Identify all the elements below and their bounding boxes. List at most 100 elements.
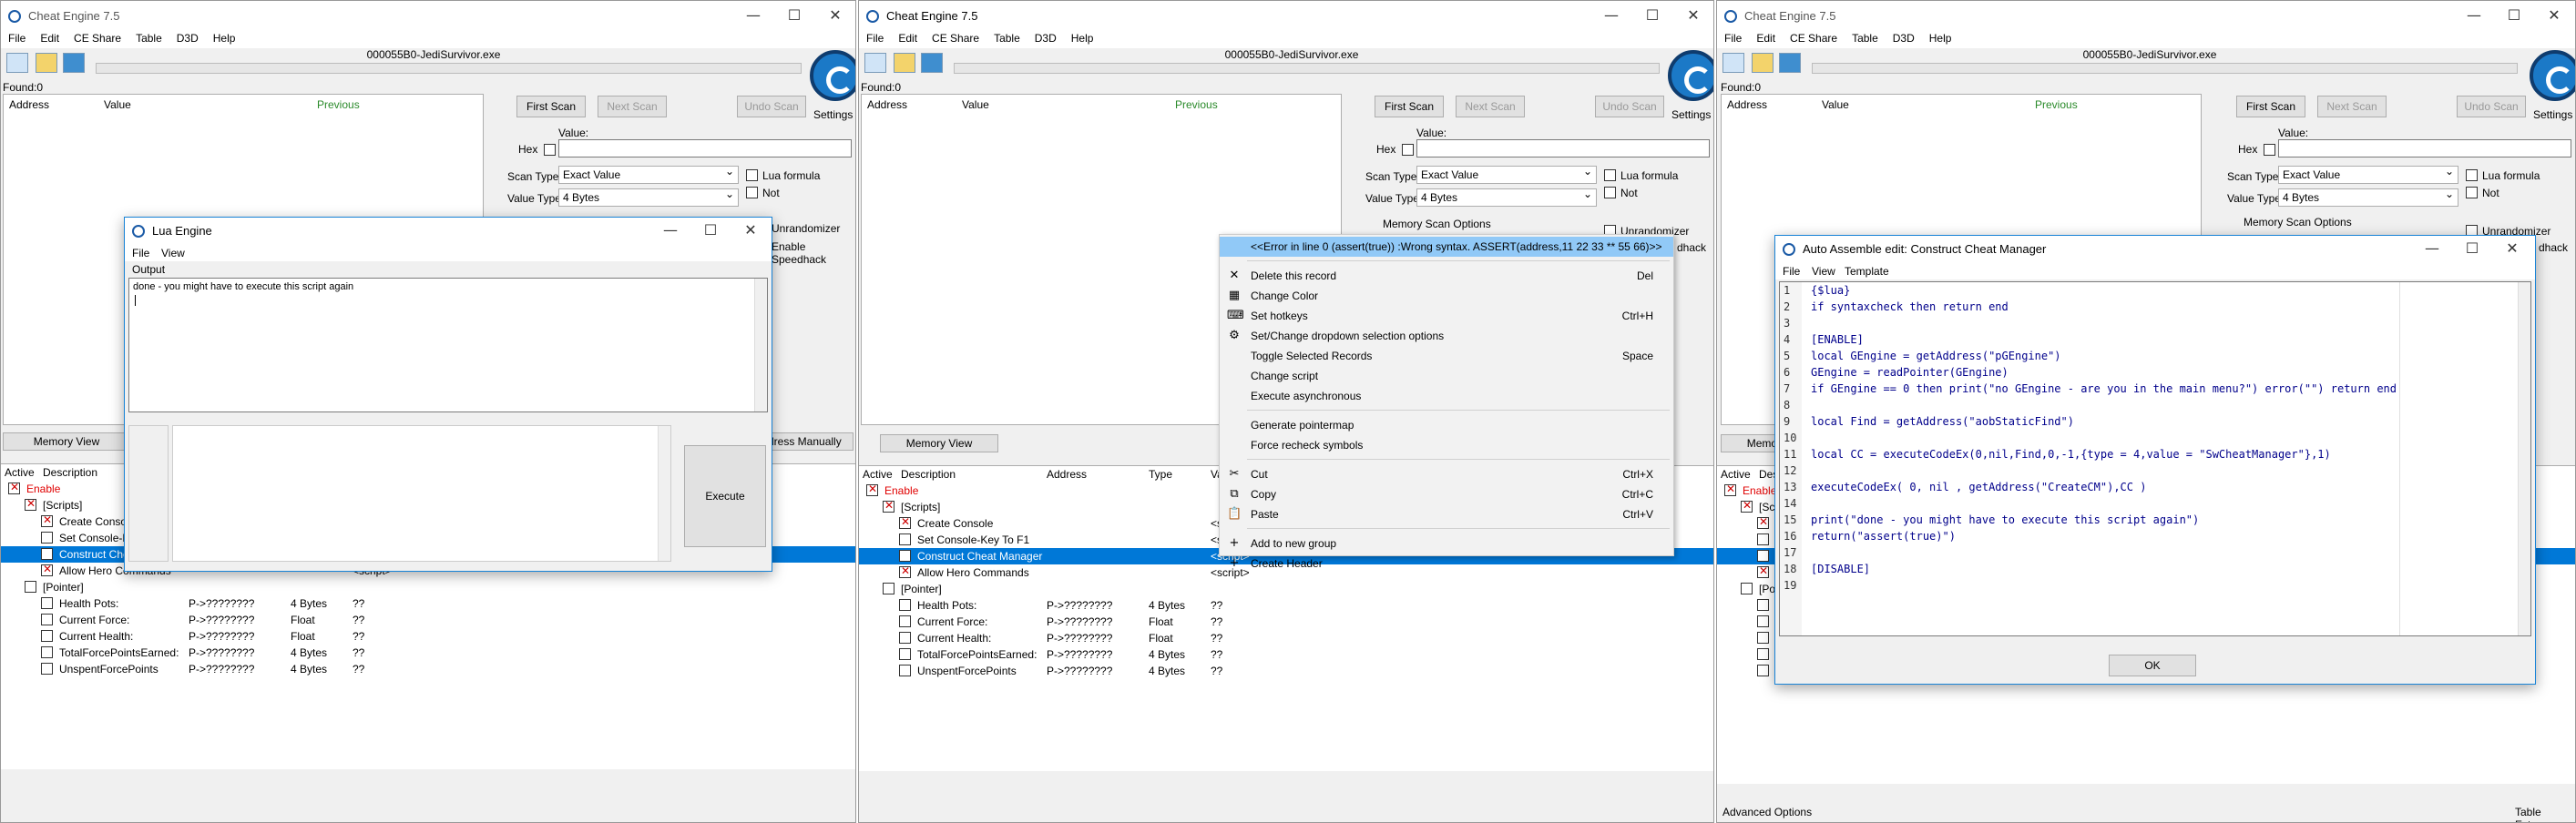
context-menu-item[interactable]: ✕ Delete this record Del [1220, 266, 1673, 286]
menu-edit[interactable]: Edit [33, 30, 66, 45]
row-active-checkbox[interactable] [1741, 583, 1753, 594]
lua-formula-checkbox[interactable] [746, 169, 758, 181]
row-active-checkbox[interactable] [899, 564, 911, 578]
row-active-checkbox[interactable] [25, 581, 36, 593]
first-scan-button[interactable]: First Scan [1375, 96, 1444, 117]
row-value[interactable]: ?? [1211, 632, 1222, 645]
row-active-checkbox[interactable] [41, 513, 53, 527]
not-checkbox[interactable] [1604, 187, 1616, 198]
table-row[interactable]: Health Pots: P->???????? 4 Bytes?? [1, 595, 855, 612]
context-menu-item[interactable]: <<Error in line 0 (assert(true)) :Wrong … [1220, 237, 1673, 257]
auto-assemble-title-bar[interactable]: Auto Assemble edit: Construct Cheat Mana… [1775, 236, 2535, 263]
unrandomizer-label[interactable]: Unrandomizer [772, 222, 840, 235]
undo-scan-button[interactable]: Undo Scan [2457, 96, 2526, 117]
row-active-checkbox[interactable] [899, 648, 911, 660]
menu-file[interactable]: File [1, 30, 33, 45]
menu-table[interactable]: Table [1845, 30, 1886, 45]
context-menu-item[interactable]: ✂ Cut Ctrl+X [1220, 464, 1673, 484]
table-row[interactable]: Current Force: P->???????? Float?? [859, 614, 1713, 630]
row-active-checkbox[interactable] [866, 483, 878, 496]
code-editor[interactable]: 1 2 3 4 5 6 7 8 9 10 11 12 13 14 15 16 17 18 19 {$lua} if s… [1779, 281, 2531, 636]
row-value[interactable]: ?? [353, 630, 364, 643]
context-menu-item[interactable]: Generate pointermap [1220, 415, 1673, 435]
minimize-icon[interactable]: — [2464, 6, 2484, 25]
value-type-select[interactable]: 4 Bytes [1416, 188, 1597, 207]
minimize-icon[interactable]: — [743, 6, 763, 25]
menu-edit[interactable]: Edit [1749, 30, 1783, 45]
lua-output-box[interactable]: done - you might have to execute this sc… [128, 278, 768, 412]
col-address[interactable]: Address [1727, 98, 1767, 111]
row-active-checkbox[interactable] [41, 532, 53, 544]
maximize-icon[interactable]: ☐ [784, 6, 804, 25]
row-active-checkbox[interactable] [899, 632, 911, 644]
maximize-icon[interactable]: ☐ [1642, 6, 1662, 25]
context-menu-item[interactable]: ⌨ Set hotkeys Ctrl+H [1220, 306, 1673, 326]
th-active[interactable]: Active [5, 466, 35, 479]
col-value[interactable]: Value [104, 98, 131, 111]
hex-checkbox[interactable] [544, 144, 556, 156]
output-scrollbar[interactable] [754, 279, 767, 412]
menu-ce-share[interactable]: CE Share [925, 30, 986, 45]
row-active-checkbox[interactable] [41, 548, 53, 560]
context-menu-item[interactable]: ⚙ Set/Change dropdown selection options [1220, 326, 1673, 346]
row-active-checkbox[interactable] [883, 499, 894, 513]
row-active-checkbox[interactable] [899, 615, 911, 627]
context-menu-item[interactable]: Execute asynchronous [1220, 386, 1673, 406]
row-active-checkbox[interactable] [8, 481, 20, 494]
col-address[interactable]: Address [867, 98, 907, 111]
minimize-icon[interactable]: — [2422, 239, 2442, 258]
value-type-select[interactable]: 4 Bytes [2278, 188, 2458, 207]
menu-help[interactable]: Help [206, 30, 243, 45]
maximize-icon[interactable]: ☐ [2504, 6, 2524, 25]
row-active-checkbox[interactable] [41, 563, 53, 576]
row-active-checkbox[interactable] [41, 597, 53, 609]
advanced-options-link[interactable]: Advanced Options [1722, 806, 1812, 818]
row-value[interactable]: ?? [353, 597, 364, 610]
col-address[interactable]: Address [9, 98, 49, 111]
row-value[interactable]: ?? [1211, 615, 1222, 628]
table-row[interactable]: Current Health: P->???????? Float?? [859, 630, 1713, 646]
row-value[interactable]: ?? [353, 646, 364, 659]
value-input[interactable] [2278, 139, 2571, 157]
row-value[interactable]: ?? [353, 663, 364, 676]
row-value[interactable]: ?? [1211, 665, 1222, 677]
row-active-checkbox[interactable] [1757, 632, 1769, 644]
row-active-checkbox[interactable] [1724, 483, 1736, 496]
context-menu-item[interactable]: Force recheck symbols [1220, 435, 1673, 455]
row-active-checkbox[interactable] [1741, 499, 1753, 513]
row-active-checkbox[interactable] [899, 599, 911, 611]
hex-checkbox[interactable] [2264, 144, 2275, 156]
aa-menu-template[interactable]: Template [1845, 265, 1889, 278]
minimize-icon[interactable]: — [1601, 6, 1621, 25]
open-file-icon[interactable] [894, 53, 915, 73]
row-active-checkbox[interactable] [899, 550, 911, 562]
execute-button[interactable]: Execute [684, 445, 766, 547]
row-value[interactable]: ?? [353, 614, 364, 626]
th-description[interactable]: Description [43, 466, 97, 479]
close-icon[interactable]: ✕ [2502, 239, 2522, 258]
col-previous[interactable]: Previous [1175, 98, 1218, 111]
menu-file[interactable]: File [859, 30, 891, 45]
speedhack-label[interactable]: dhack [1677, 241, 1706, 254]
editor-scrollbar[interactable] [2518, 282, 2530, 635]
col-previous[interactable]: Previous [2035, 98, 2078, 111]
table-row[interactable]: UnspentForcePoints P->???????? 4 Bytes?? [1, 661, 855, 677]
menu-ce-share[interactable]: CE Share [66, 30, 128, 45]
context-menu-item[interactable]: + Add to new group [1220, 533, 1673, 554]
not-checkbox[interactable] [2466, 187, 2478, 198]
close-icon[interactable]: ✕ [741, 221, 761, 239]
row-active-checkbox[interactable] [1757, 648, 1769, 660]
row-active-checkbox[interactable] [1757, 615, 1769, 627]
hex-checkbox[interactable] [1402, 144, 1414, 156]
menu-help[interactable]: Help [1922, 30, 1959, 45]
not-checkbox[interactable] [746, 187, 758, 198]
close-icon[interactable]: ✕ [2544, 6, 2564, 25]
undo-scan-button[interactable]: Undo Scan [1595, 96, 1664, 117]
row-active-checkbox[interactable] [899, 665, 911, 676]
settings-link[interactable]: Settings [2533, 108, 2572, 121]
col-value[interactable]: Value [962, 98, 989, 111]
row-active-checkbox[interactable] [25, 497, 36, 511]
value-input[interactable] [558, 139, 852, 157]
undo-scan-button[interactable]: Undo Scan [737, 96, 806, 117]
row-value[interactable]: ?? [1211, 648, 1222, 661]
